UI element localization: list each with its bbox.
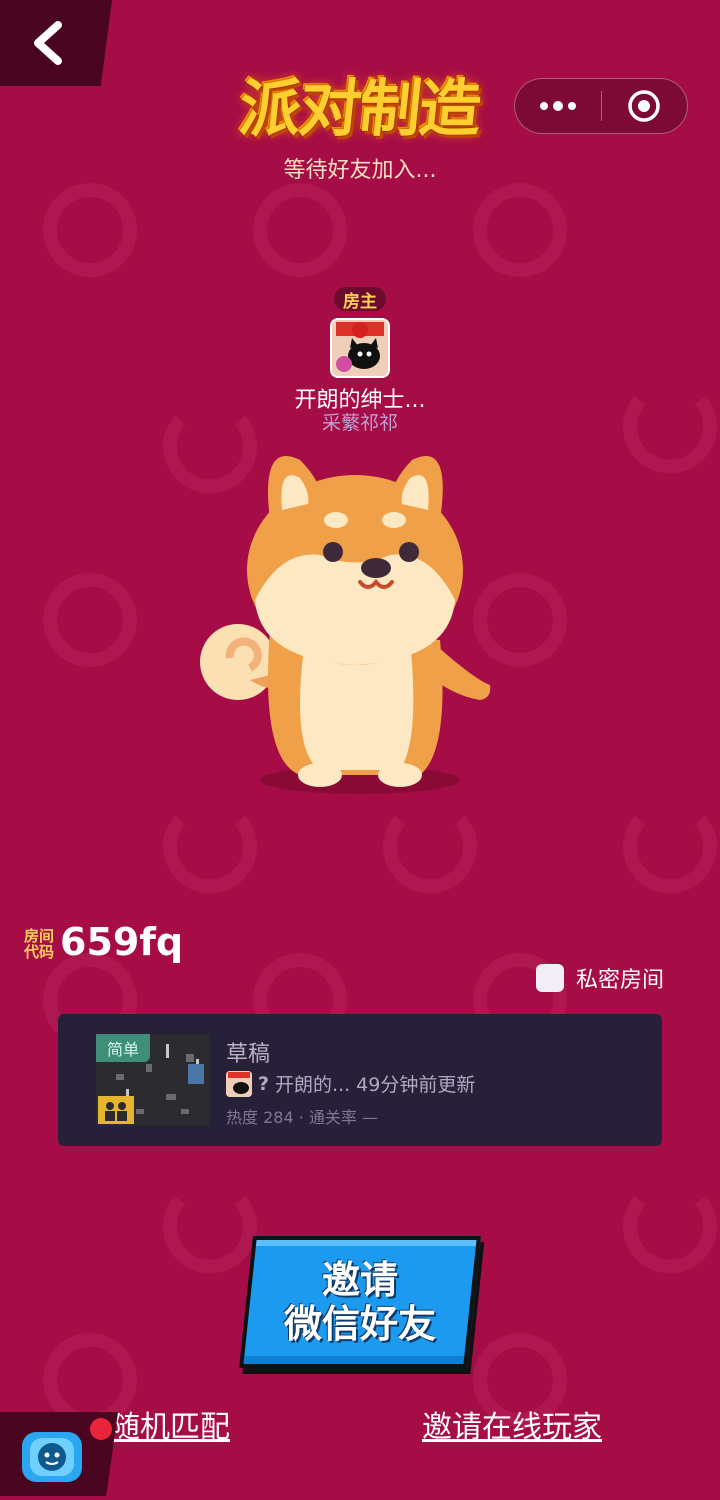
level-title: 草稿 bbox=[226, 1042, 271, 1067]
more-dots-icon bbox=[539, 101, 576, 111]
invite-wechat-friends-button[interactable]: 邀请 微信好友 bbox=[239, 1236, 481, 1368]
back-button[interactable] bbox=[0, 0, 112, 86]
level-card[interactable]: 简单 草稿 ? 开朗的... 49分钟前更新 热度 284 · 通关率 — bbox=[58, 1014, 662, 1146]
level-author-row: ? 开朗的... 49分钟前更新 bbox=[226, 1070, 475, 1097]
host-badge: 房主 bbox=[334, 287, 386, 312]
room-code-label: 房间代码 bbox=[24, 927, 55, 961]
level-stats: 热度 284 · 通关率 — bbox=[226, 1108, 378, 1127]
host-avatar[interactable] bbox=[330, 318, 390, 378]
difficulty-tag: 简单 bbox=[96, 1034, 150, 1062]
random-match-link[interactable]: 随机匹配 bbox=[110, 1402, 230, 1446]
private-room-checkbox[interactable] bbox=[535, 964, 564, 992]
author-avatar bbox=[226, 1070, 252, 1097]
private-room-toggle[interactable]: 私密房间 bbox=[535, 962, 664, 994]
invite-online-players-link[interactable]: 邀请在线玩家 bbox=[422, 1402, 602, 1446]
update-time: 49分钟前更新 bbox=[356, 1074, 476, 1096]
chevron-left-icon bbox=[34, 21, 62, 65]
close-mini-program-button[interactable] bbox=[602, 79, 688, 133]
author-prefix: ? bbox=[258, 1072, 270, 1095]
game-logo: 派对制造 bbox=[235, 72, 484, 145]
room-code: 659fq bbox=[60, 920, 184, 964]
target-circle-icon bbox=[628, 90, 660, 122]
mini-program-capsule bbox=[514, 78, 688, 134]
shiba-dog-character bbox=[200, 456, 491, 794]
invite-wechat-label: 邀请 微信好友 bbox=[283, 1258, 436, 1346]
private-room-label: 私密房间 bbox=[575, 968, 664, 993]
waiting-status: 等待好友加入... bbox=[283, 158, 437, 183]
notification-dot bbox=[90, 1418, 112, 1440]
more-button[interactable] bbox=[515, 79, 601, 133]
author-name: 开朗的... bbox=[275, 1074, 351, 1096]
